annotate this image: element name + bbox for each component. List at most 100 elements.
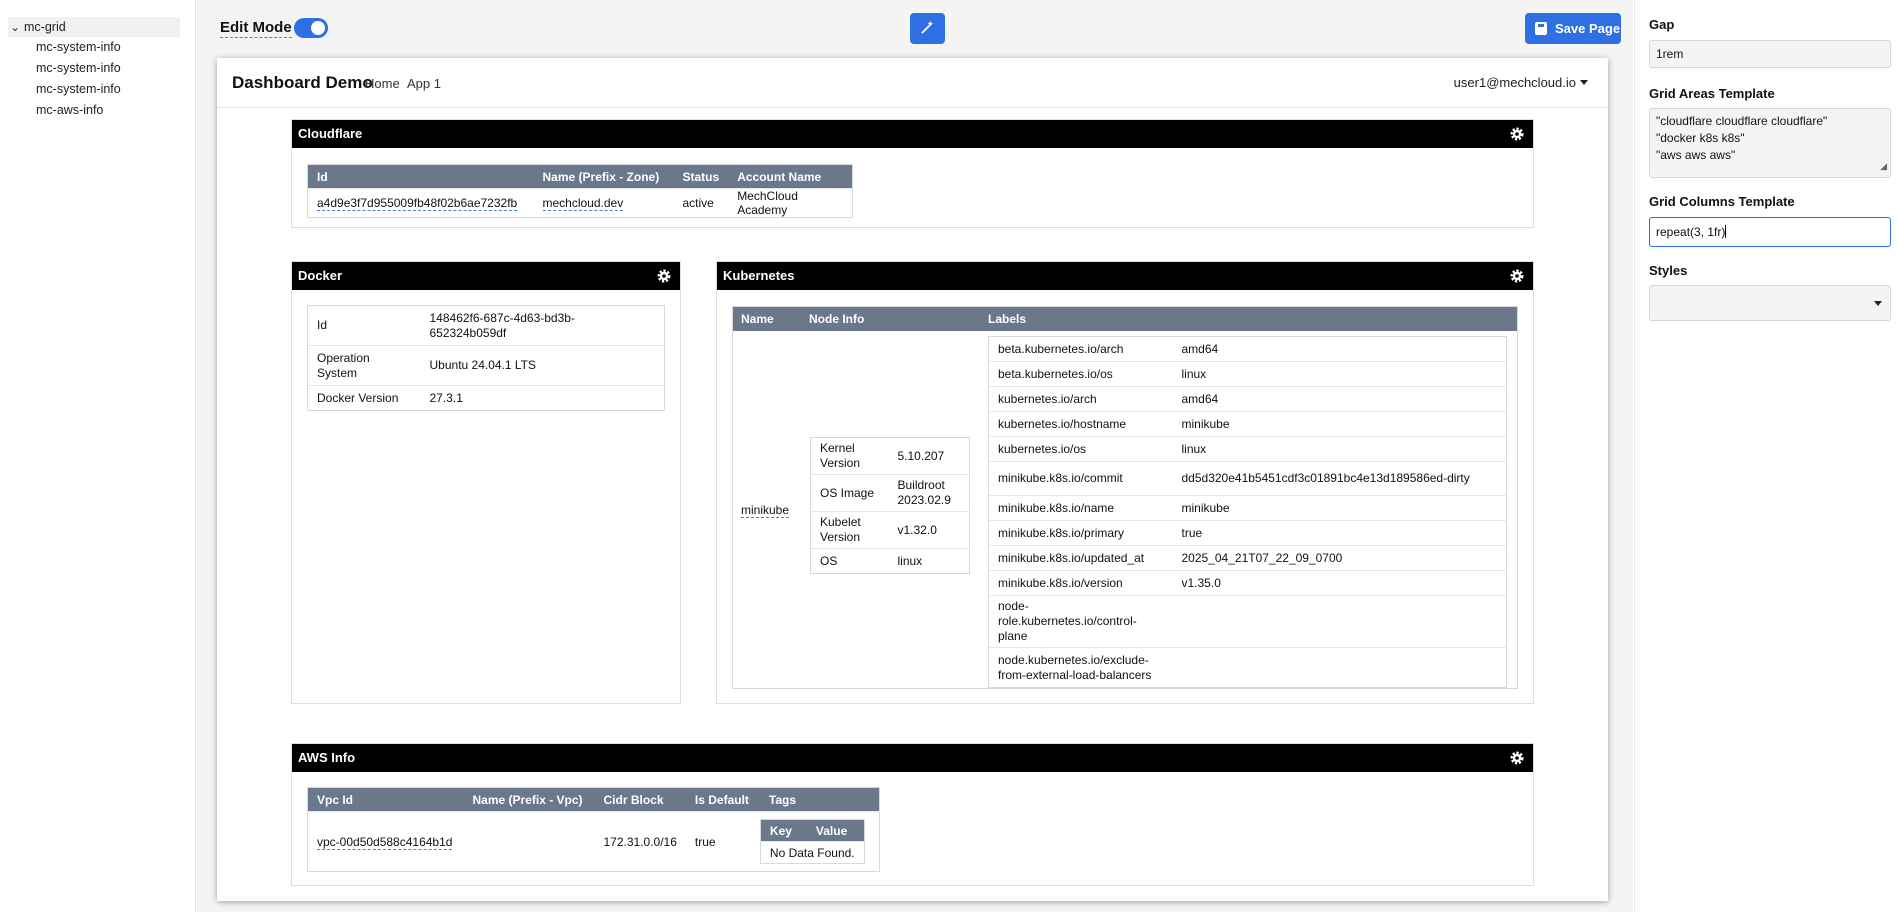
card-title: Cloudflare	[298, 126, 363, 141]
styles-select[interactable]	[1649, 285, 1891, 321]
table-row: Kubelet Version v1.32.0	[810, 511, 970, 549]
edit-mode-label: Edit Mode	[220, 19, 292, 38]
row-key: Id	[317, 318, 328, 332]
label-value: dd5d320e41b5451cdf3c01891bc4e13d189586ed…	[1172, 461, 1507, 496]
label-value: true	[1172, 520, 1507, 546]
user-menu[interactable]: user1@mechcloud.io	[1454, 75, 1588, 90]
docker-table: Id 148462f6-687c-4d63-bd3b-652324b059df O…	[307, 305, 665, 411]
empty-message: No Data Found.	[760, 841, 865, 864]
save-icon	[1535, 22, 1547, 35]
label-value: amd64	[1181, 341, 1219, 356]
zone-id-link[interactable]: a4d9e3f7d955009fb48f02b6ae7232fb	[317, 196, 518, 211]
gear-icon[interactable]	[656, 268, 672, 284]
table-row: minikube.k8s.io/version v1.35.0	[988, 570, 1507, 596]
vpc-id-link[interactable]: vpc-00d50d588c4164b1d	[317, 834, 453, 850]
gear-icon[interactable]	[1509, 750, 1525, 766]
node-name-link[interactable]: minikube	[741, 503, 790, 518]
toggle-knob	[311, 21, 325, 35]
label-value: linux	[1172, 361, 1507, 387]
magic-button[interactable]	[910, 13, 945, 44]
editor-toolbar: Edit Mode Save Page	[197, 0, 1633, 56]
table-cell[interactable]: a4d9e3f7d955009fb48f02b6ae7232fb	[307, 188, 534, 218]
tree-item-label: mc-grid	[24, 20, 66, 34]
row-key: Kubelet Version	[810, 511, 889, 549]
grid-areas-label: Grid Areas Template	[1649, 86, 1775, 101]
gear-icon[interactable]	[1509, 268, 1525, 284]
label-value: linux	[1172, 436, 1507, 462]
table-row: Id 148462f6-687c-4d63-bd3b-652324b059df	[308, 306, 665, 346]
table-row: minikube.k8s.io/name minikube	[988, 495, 1507, 521]
brand: Dashboard Demo	[232, 73, 373, 92]
cloudflare-card: Cloudflare Id Name (Prefix - Zone) Statu…	[291, 119, 1534, 228]
grid-areas-textarea[interactable]: "cloudflare cloudflare cloudflare" "dock…	[1649, 108, 1891, 178]
caret-down-icon	[1580, 80, 1588, 85]
row-key: OS	[810, 548, 889, 574]
row-value: linux	[888, 548, 970, 574]
label-key: node.kubernetes.io/exclude-from-external…	[988, 647, 1173, 688]
grid-columns-input[interactable]: repeat(3, 1fr)	[1649, 217, 1891, 247]
label-key: node-role.kubernetes.io/control-plane	[988, 595, 1173, 648]
column-header: Name	[741, 312, 774, 326]
user-email: user1@mechcloud.io	[1453, 75, 1576, 90]
resize-handle-icon[interactable]: ◢	[1880, 158, 1887, 175]
table-row: Kernel Version 5.10.207	[811, 438, 970, 475]
label-key: minikube.k8s.io/primary	[988, 520, 1173, 546]
tree-item-label: mc-system-info	[36, 61, 121, 75]
label-value	[1172, 595, 1507, 648]
row-value: Ubuntu 24.04.1 LTS	[420, 345, 665, 386]
gap-input[interactable]: 1rem	[1649, 40, 1891, 68]
row-value: 27.3.1	[420, 385, 665, 411]
tree-item-system-info-3[interactable]: mc-system-info	[36, 79, 121, 99]
table-row: node-role.kubernetes.io/control-plane	[988, 595, 1507, 648]
card-header: AWS Info	[292, 744, 1533, 772]
row-key: OS Image	[810, 474, 889, 512]
textarea-line: "cloudflare cloudflare cloudflare"	[1656, 114, 1828, 128]
editor-area: Edit Mode Save Page Dashboard Demo Home …	[197, 0, 1633, 912]
table-row: kubernetes.io/arch amd64	[988, 386, 1507, 412]
magic-wand-icon	[921, 20, 934, 34]
card-title: Docker	[298, 268, 343, 283]
tree-item-aws-info[interactable]: mc-aws-info	[36, 100, 103, 120]
gear-icon[interactable]	[1509, 126, 1525, 142]
gap-label: Gap	[1649, 17, 1675, 32]
table-header-row: Id Name (Prefix - Zone) Status Account N…	[307, 164, 853, 189]
table-cell[interactable]: mechcloud.dev	[533, 188, 674, 218]
column-header: Cidr Block	[594, 787, 686, 812]
table-row: beta.kubernetes.io/arch amd64	[989, 337, 1507, 362]
labels-table: beta.kubernetes.io/arch amd64 beta.kuberne…	[988, 336, 1507, 688]
table-header-row: Name Node Info Labels	[733, 307, 1517, 331]
row-value: 148462f6-687c-4d63-bd3b-652324b059df	[429, 310, 575, 340]
label-key: minikube.k8s.io/commit	[988, 461, 1173, 496]
table-cell	[463, 811, 595, 872]
table-row: minikube.k8s.io/primary true	[988, 520, 1507, 546]
table-row: vpc-00d50d588c4164b1d 172.31.0.0/16 true…	[307, 811, 880, 872]
chevron-down-icon[interactable]: ⌄	[10, 17, 20, 37]
zone-name-link[interactable]: mechcloud.dev	[542, 196, 624, 211]
nav-link-home[interactable]: Home	[365, 76, 400, 91]
table-row: Operation System Ubuntu 24.04.1 LTS	[307, 345, 665, 386]
column-header: Labels	[988, 312, 1027, 326]
column-header: Status	[673, 164, 729, 189]
edit-mode-toggle[interactable]	[294, 18, 328, 38]
tree-item-system-info-1[interactable]: mc-system-info	[36, 37, 121, 57]
tree-item-system-info-2[interactable]: mc-system-info	[36, 58, 121, 78]
row-value: 5.10.207	[897, 448, 945, 463]
tree-item-label: mc-aws-info	[36, 103, 104, 117]
column-header: Name (Prefix - Vpc)	[463, 787, 595, 812]
table-cell: active	[673, 188, 729, 218]
table-cell[interactable]: vpc-00d50d588c4164b1d	[307, 811, 464, 872]
table-row: minikube.k8s.io/updated_at 2025_04_21T07_…	[988, 545, 1507, 571]
component-tree: ⌄ mc-grid mc-system-info mc-system-info …	[0, 0, 196, 912]
styles-label: Styles	[1649, 263, 1688, 278]
table-row: a4d9e3f7d955009fb48f02b6ae7232fb mechclo…	[307, 188, 853, 218]
cloudflare-table: Id Name (Prefix - Zone) Status Account N…	[307, 164, 853, 218]
tree-item-mc-grid[interactable]: ⌄ mc-grid	[8, 17, 180, 37]
card-header: Docker	[292, 262, 680, 290]
nav-link-app1[interactable]: App 1	[407, 76, 441, 91]
input-value: repeat(3, 1fr)	[1656, 225, 1726, 239]
label-value: v1.35.0	[1172, 570, 1507, 596]
column-header: Id	[307, 164, 534, 189]
grid-columns-label: Grid Columns Template	[1649, 194, 1795, 209]
save-page-button[interactable]: Save Page	[1525, 13, 1621, 44]
row-key: Docker Version	[307, 385, 421, 411]
